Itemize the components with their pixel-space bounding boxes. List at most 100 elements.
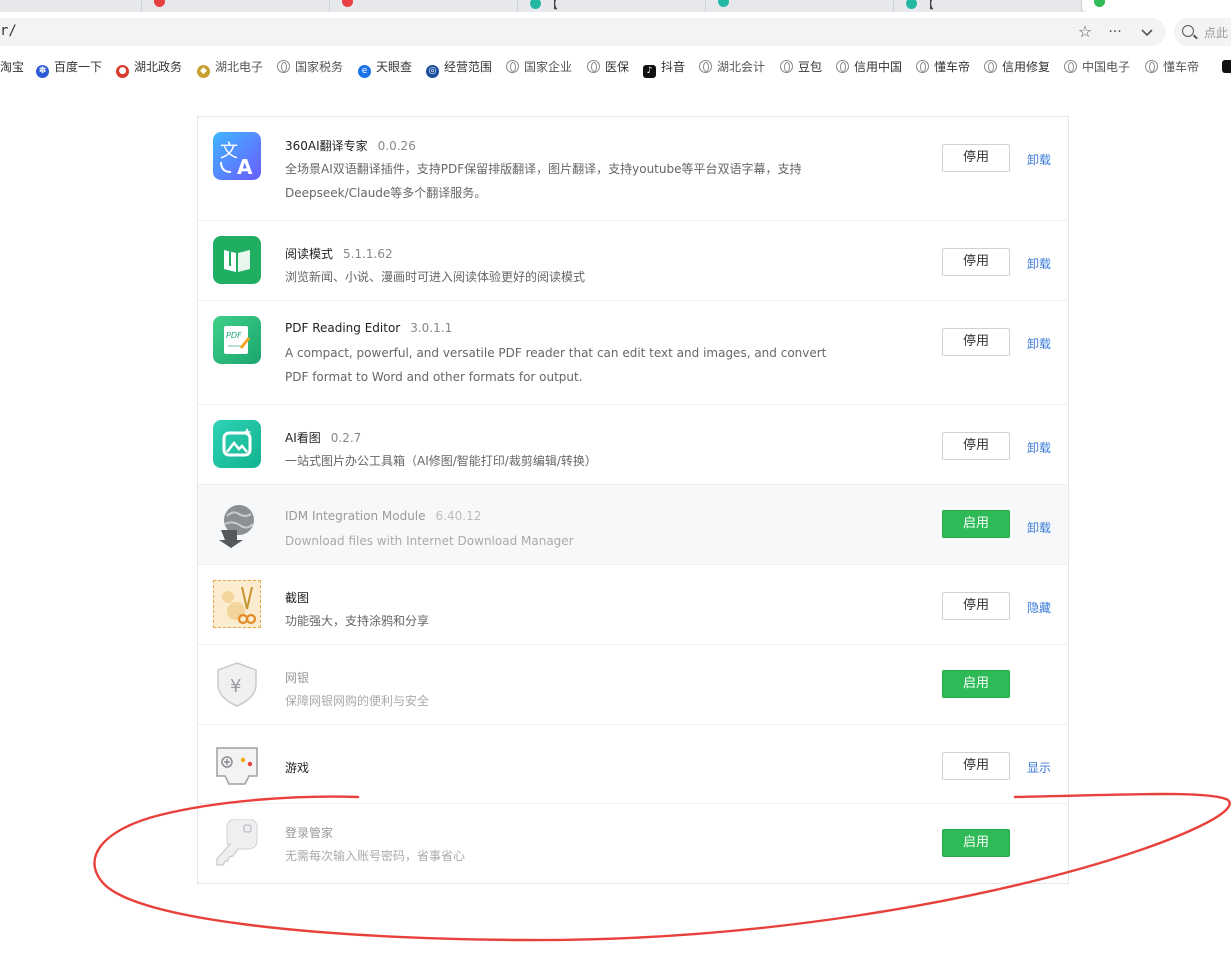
scissors-icon [213, 580, 261, 628]
bookmark-label: 国家税务 [295, 60, 344, 74]
extension-description: 全场景AI双语翻译插件，支持PDF保留排版翻译，图片翻译，支持youtube等平… [285, 157, 845, 205]
extension-description: 一站式图片办公工具箱（AI修图/智能打印/裁剪编辑/转换） [285, 449, 845, 473]
bookmark-tianyancha[interactable]: e 天眼查 [358, 58, 412, 78]
svg-text:文: 文 [220, 141, 238, 162]
search-icon [1182, 25, 1194, 37]
bookmark-credit-china[interactable]: 信用中国 [836, 58, 902, 76]
disable-button[interactable]: 停用 [942, 248, 1010, 276]
enable-button[interactable]: 启用 [942, 829, 1010, 857]
search-input[interactable]: 点此 [1174, 18, 1231, 46]
tab-favicon-icon [718, 0, 729, 7]
extension-desc-line: Download files with Internet Download Ma… [285, 534, 574, 548]
bookmark-tax[interactable]: 国家税务 [277, 58, 343, 76]
tab-strip: 【 【 [0, 0, 1231, 12]
extension-desc-line: Deepseek/Claude等多个翻译服务。 [285, 186, 487, 200]
extension-name: PDF Reading Editor [285, 321, 401, 335]
extension-title: 360AI翻译专家 0.0.26 [285, 137, 416, 154]
image-icon [213, 420, 261, 468]
show-link[interactable]: 显示 [1027, 759, 1051, 776]
shield-yen-icon: ¥ [213, 660, 261, 708]
bookmark-doubao[interactable]: 豆包 [780, 58, 822, 76]
url-field[interactable]: r/ ☆ ··· [0, 18, 1166, 46]
extension-row-translate: 文 A 360AI翻译专家 0.0.26 全场景AI双语翻译插件，支持PDF保留排… [198, 117, 1068, 221]
svg-text:A: A [237, 155, 253, 179]
hide-link[interactable]: 隐藏 [1027, 599, 1051, 616]
bookmark-overflow[interactable] [1222, 58, 1231, 76]
bookmark-medical[interactable]: 医保 [587, 58, 629, 76]
bookmark-dongchedi-2[interactable]: 懂车帝 [1145, 58, 1199, 76]
extension-title: AI看图 0.2.7 [285, 429, 361, 446]
extension-name: 截图 [285, 591, 310, 605]
disable-button[interactable]: 停用 [942, 144, 1010, 172]
tab-favicon-icon [906, 0, 917, 9]
browser-tab-active[interactable] [1082, 0, 1231, 12]
browser-tab[interactable] [330, 0, 518, 12]
globe-icon [699, 60, 712, 73]
bookmark-business-scope[interactable]: ◎ 经营范围 [426, 58, 492, 78]
uninstall-link[interactable]: 卸载 [1027, 519, 1051, 536]
browser-tab[interactable] [706, 0, 894, 12]
chevron-down-icon[interactable] [1136, 22, 1158, 42]
book-icon [213, 236, 261, 284]
bookmark-baidu[interactable]: ✽ 百度一下 [36, 58, 103, 78]
scope-icon: ◎ [426, 65, 439, 78]
extension-version: 0.2.7 [330, 431, 362, 445]
enable-button[interactable]: 启用 [942, 670, 1010, 698]
browser-tab[interactable]: 【 [518, 0, 706, 12]
bookmark-label: 百度一下 [54, 60, 103, 74]
uninstall-link[interactable]: 卸载 [1027, 335, 1051, 352]
bookmark-credit-repair[interactable]: 信用修复 [984, 58, 1050, 76]
extension-version: 5.1.1.62 [343, 247, 393, 261]
extension-name: 登录管家 [285, 826, 334, 840]
bookmark-hubei-gov[interactable]: ● 湖北政务 [116, 58, 183, 78]
extension-title: 网银 [285, 669, 309, 686]
bookmark-china-elec[interactable]: 中国电子 [1064, 58, 1130, 76]
extension-title: 截图 [285, 589, 309, 606]
tab-favicon-icon [1094, 0, 1105, 7]
bookmark-label: 懂车帝 [934, 60, 971, 74]
uninstall-link[interactable]: 卸载 [1027, 439, 1051, 456]
globe-icon [984, 60, 997, 73]
bookmark-enterprise[interactable]: 国家企业 [506, 58, 572, 76]
disable-button[interactable]: 停用 [942, 752, 1010, 780]
extension-name: 游戏 [285, 761, 310, 775]
browser-tab[interactable] [0, 0, 142, 12]
bookmark-hubei-elec[interactable]: ◆ 湖北电子 [197, 58, 263, 78]
bookmark-dongchedi[interactable]: 懂车帝 [916, 58, 970, 76]
tab-label: 【 [922, 0, 935, 11]
paw-icon: ✽ [36, 65, 49, 78]
globe-icon [836, 60, 849, 73]
more-icon[interactable]: ··· [1104, 22, 1126, 42]
uninstall-link[interactable]: 卸载 [1027, 255, 1051, 272]
url-text[interactable]: r/ [0, 23, 17, 39]
tab-favicon-icon [342, 0, 353, 7]
bookmark-taobao[interactable]: 淘宝 [0, 58, 24, 76]
svg-text:¥: ¥ [230, 676, 241, 697]
disable-button[interactable]: 停用 [942, 432, 1010, 460]
search-placeholder: 点此 [1204, 26, 1229, 40]
bookmark-label: 淘宝 [0, 60, 25, 74]
disable-button[interactable]: 停用 [942, 592, 1010, 620]
uninstall-link[interactable]: 卸载 [1027, 151, 1051, 168]
bookmark-label: 抖音 [661, 60, 686, 74]
browser-tab[interactable] [142, 0, 330, 12]
star-icon[interactable]: ☆ [1074, 22, 1096, 42]
bookmark-label: 豆包 [798, 60, 823, 74]
extension-list: 文 A 360AI翻译专家 0.0.26 全场景AI双语翻译插件，支持PDF保留排… [197, 116, 1069, 884]
bookmark-douyin[interactable]: ♪ 抖音 [643, 58, 686, 78]
extension-row-pdf: PDF PDF Reading Editor 3.0.1.1 A compact,… [198, 301, 1068, 405]
bookmark-label: 信用修复 [1002, 60, 1051, 74]
bookmark-label: 国家企业 [524, 60, 573, 74]
extension-name: 网银 [285, 671, 310, 685]
bookmark-label: 湖北政务 [134, 60, 183, 74]
globe-icon [506, 60, 519, 73]
extension-desc-line: A compact, powerful, and versatile PDF r… [285, 346, 827, 360]
extension-row-screenshot: 截图 功能强大，支持涂鸦和分享 停用 隐藏 [198, 565, 1068, 645]
enable-button[interactable]: 启用 [942, 510, 1010, 538]
bookmarks-bar: 淘宝 ✽ 百度一下 ● 湖北政务 ◆ 湖北电子 国家税务 e 天眼查 ◎ 经营范围 国家企… [0, 52, 1231, 82]
bookmark-accounting[interactable]: 湖北会计 [699, 58, 765, 76]
disable-button[interactable]: 停用 [942, 328, 1010, 356]
bookmark-label: 中国电子 [1082, 60, 1131, 74]
app-icon [1222, 60, 1231, 73]
browser-tab[interactable]: 【 [894, 0, 1082, 12]
